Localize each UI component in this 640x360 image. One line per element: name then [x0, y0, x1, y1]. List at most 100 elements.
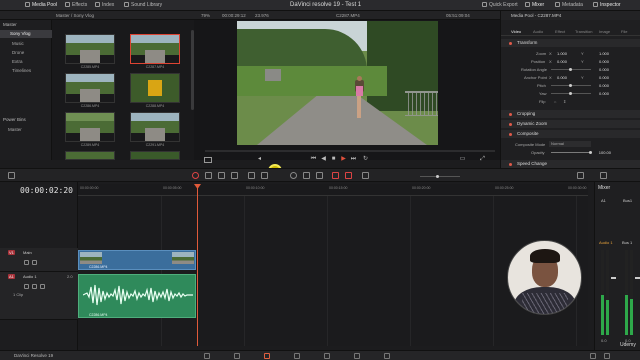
prev-frame-icon[interactable]: ◂ — [256, 156, 263, 163]
mute-icon[interactable] — [40, 284, 45, 289]
bin-extra[interactable]: Extra — [12, 59, 23, 64]
blade-tool-icon[interactable] — [231, 172, 238, 179]
tab-audio[interactable]: Audio — [533, 29, 543, 34]
yaw-field[interactable]: 0.000 — [595, 91, 609, 96]
timeline-ruler[interactable]: 00:00:00:00 00:00:05:00 00:00:10:00 00:0… — [78, 184, 588, 196]
track-tag-a1[interactable]: A1 — [8, 274, 15, 279]
flag-icon[interactable] — [332, 172, 339, 179]
audio-track-name[interactable]: Audio 1 — [22, 274, 38, 279]
link-icon[interactable] — [303, 172, 310, 179]
video-track-name[interactable]: Main — [22, 250, 33, 255]
clip-thumbnail[interactable] — [130, 151, 180, 160]
lock-track-icon[interactable] — [24, 260, 29, 265]
rotation-slider[interactable] — [551, 68, 591, 71]
timeline-zoom-slider[interactable] — [420, 175, 460, 178]
section-speed-change[interactable]: Speed Change — [501, 160, 640, 168]
selection-tool-icon[interactable] — [192, 172, 199, 179]
page-deliver-icon[interactable] — [384, 353, 390, 359]
quick-export-button[interactable]: Quick Export — [482, 2, 518, 8]
solo-icon[interactable] — [32, 284, 37, 289]
speaker-icon[interactable] — [600, 172, 607, 179]
enabled-dot-icon[interactable] — [509, 122, 512, 126]
enabled-dot-icon[interactable] — [509, 41, 512, 45]
bin-drone[interactable]: Drone — [12, 50, 24, 55]
section-dynamic-zoom[interactable]: Dynamic Zoom — [501, 120, 640, 128]
viewer-scrubber[interactable] — [205, 150, 495, 152]
section-cropping[interactable]: Cropping — [501, 110, 640, 118]
opacity-slider[interactable] — [551, 151, 592, 154]
clip-thumbnail[interactable] — [65, 112, 115, 142]
page-media-icon[interactable] — [204, 353, 210, 359]
bin-master[interactable]: Master — [3, 22, 17, 27]
rotation-field[interactable]: 0.000 — [595, 67, 609, 72]
page-edit-icon[interactable] — [264, 353, 270, 359]
clip-thumbnail-selected[interactable] — [130, 34, 180, 64]
fader-bus1[interactable] — [635, 277, 640, 279]
auto-select-icon[interactable] — [32, 260, 37, 265]
power-bin-master[interactable]: Master — [8, 127, 22, 132]
zoom-x-field[interactable]: 1.000 — [553, 51, 567, 56]
fader-a1[interactable] — [611, 277, 616, 279]
clip-thumbnail[interactable] — [130, 112, 180, 142]
play-icon[interactable]: ▶ — [340, 156, 347, 163]
enabled-dot-icon[interactable] — [509, 162, 512, 166]
anchor-x-field[interactable]: 0.000 — [553, 75, 567, 80]
bin-sony-vlog[interactable]: Sony Vlog — [0, 30, 52, 38]
metadata-button[interactable]: Metadata — [555, 2, 583, 8]
section-transform[interactable]: Transform — [501, 39, 640, 47]
enabled-dot-icon[interactable] — [509, 112, 512, 116]
effects-button[interactable]: Effects — [65, 2, 87, 8]
index-button[interactable]: Index — [95, 2, 114, 8]
track-tag-v1[interactable]: V1 — [8, 250, 15, 255]
lock-track-icon[interactable] — [24, 284, 29, 289]
position-y-field[interactable]: 0.000 — [595, 59, 609, 64]
viewer-frame[interactable] — [237, 21, 438, 145]
layout-icon[interactable] — [8, 172, 15, 179]
settings-icon[interactable] — [604, 353, 610, 359]
insert-clip-icon[interactable] — [248, 172, 255, 179]
pitch-slider[interactable] — [551, 84, 591, 87]
bin-timelines[interactable]: Timelines — [12, 68, 31, 73]
audio-meter-icon[interactable] — [577, 172, 584, 179]
enabled-dot-icon[interactable] — [509, 132, 512, 136]
composite-mode-select[interactable]: Normal — [549, 141, 591, 147]
tab-effect[interactable]: Effect — [555, 29, 565, 34]
match-frame-icon[interactable]: ▭ — [459, 156, 466, 163]
clip-thumbnail[interactable] — [65, 151, 115, 160]
page-fusion-icon[interactable] — [294, 353, 300, 359]
zoom-level[interactable]: 79% — [201, 13, 210, 18]
audio-clip[interactable]: C2286.MP4 — [78, 274, 196, 318]
video-clip[interactable]: C2286.MP4 — [78, 250, 196, 270]
pitch-field[interactable]: 0.000 — [595, 83, 609, 88]
reverse-play-icon[interactable]: ◀ — [320, 156, 327, 163]
section-composite[interactable]: Composite — [501, 130, 640, 138]
inspector-button[interactable]: Inspector — [593, 2, 621, 8]
position-lock-icon[interactable] — [316, 172, 323, 179]
marker-icon[interactable] — [345, 172, 352, 179]
playhead[interactable] — [197, 184, 198, 346]
tab-transition[interactable]: Transition — [575, 29, 592, 34]
flip-horizontal-icon[interactable]: ⇔ — [553, 99, 557, 104]
skip-start-icon[interactable]: ⏮ — [310, 156, 317, 163]
media-pool-button[interactable]: Media Pool — [25, 2, 57, 8]
zoom-out-icon[interactable] — [362, 172, 369, 179]
trim-tool-icon[interactable] — [205, 172, 212, 179]
clip-thumbnail[interactable] — [65, 73, 115, 103]
dynamic-trim-icon[interactable] — [218, 172, 225, 179]
stop-icon[interactable]: ■ — [330, 156, 337, 163]
viewer-mode-icon[interactable] — [204, 157, 212, 163]
sound-library-button[interactable]: Sound Library — [124, 2, 162, 8]
tab-video[interactable]: Video — [511, 29, 521, 34]
snapping-icon[interactable] — [290, 172, 297, 179]
skip-end-icon[interactable]: ⏭ — [350, 156, 357, 163]
tab-image[interactable]: Image — [599, 29, 610, 34]
loop-icon[interactable]: ↻ — [362, 156, 369, 163]
position-x-field[interactable]: 0.000 — [553, 59, 567, 64]
page-color-icon[interactable] — [324, 353, 330, 359]
anchor-y-field[interactable]: 0.000 — [595, 75, 609, 80]
bin-music[interactable]: Music — [12, 41, 24, 46]
home-icon[interactable] — [590, 353, 596, 359]
overwrite-clip-icon[interactable] — [261, 172, 268, 179]
timeline-timecode[interactable]: 00:00:02:20 — [20, 186, 73, 195]
opacity-field[interactable]: 100.00 — [595, 150, 611, 155]
